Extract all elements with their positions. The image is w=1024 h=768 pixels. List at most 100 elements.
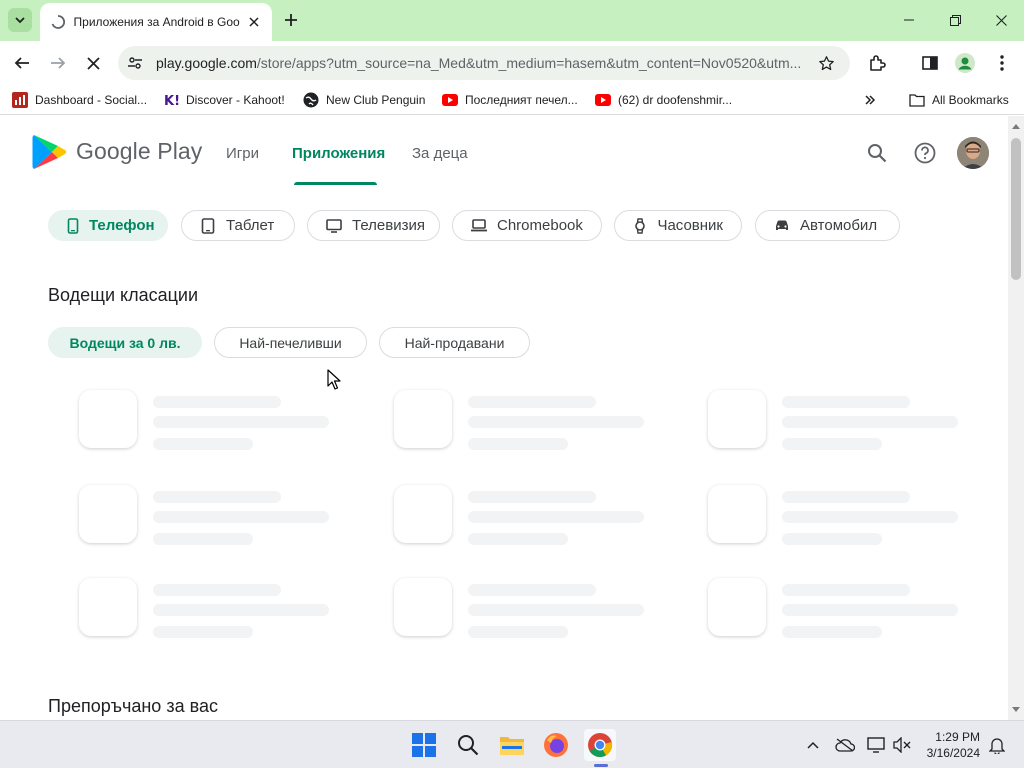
app-card-placeholder bbox=[79, 578, 339, 638]
bookmark-item[interactable]: K! Discover - Kahoot! bbox=[163, 91, 285, 109]
bookmark-label: Dashboard - Social... bbox=[35, 93, 148, 107]
menu-kebab-icon[interactable] bbox=[989, 50, 1015, 76]
bookmark-item[interactable]: New Club Penguin bbox=[303, 91, 425, 109]
address-bar[interactable]: play.google.com/store/apps?utm_source=na… bbox=[118, 46, 850, 80]
plus-icon bbox=[285, 14, 297, 26]
chip-phone[interactable]: Телефон bbox=[48, 210, 168, 241]
chip-watch[interactable]: Часовник bbox=[614, 210, 742, 241]
dashboard-icon bbox=[12, 92, 28, 108]
side-panel-icon[interactable] bbox=[917, 50, 943, 76]
browser-titlebar: Приложения за Android в Goo bbox=[0, 0, 1024, 41]
text-line-placeholder bbox=[782, 416, 958, 428]
url-host: play.google.com bbox=[156, 55, 257, 71]
search-icon[interactable] bbox=[864, 140, 890, 166]
forward-button[interactable] bbox=[44, 49, 72, 77]
bookmark-item[interactable]: (62) dr doofenshmir... bbox=[595, 91, 732, 109]
text-line-placeholder bbox=[782, 584, 910, 596]
bookmark-item[interactable]: Dashboard - Social... bbox=[12, 91, 147, 109]
app-icon-placeholder bbox=[708, 485, 766, 543]
folder-icon bbox=[909, 92, 925, 108]
active-app-indicator bbox=[594, 764, 608, 767]
site-info-icon[interactable] bbox=[124, 52, 146, 74]
svg-text:K!: K! bbox=[164, 94, 179, 108]
scroll-down-icon[interactable] bbox=[1012, 706, 1020, 714]
text-line-placeholder bbox=[468, 438, 568, 450]
notifications-bell-icon[interactable] bbox=[986, 734, 1008, 756]
close-window-button[interactable] bbox=[978, 0, 1024, 40]
restore-button[interactable] bbox=[932, 0, 978, 40]
browser-tab-active[interactable]: Приложения за Android в Goo bbox=[40, 3, 272, 41]
clock-time: 1:29 PM bbox=[935, 730, 980, 744]
youtube-icon bbox=[442, 92, 458, 108]
text-line-placeholder bbox=[468, 584, 596, 596]
volume-muted-icon[interactable] bbox=[891, 734, 913, 756]
loading-spinner-icon bbox=[50, 14, 66, 30]
chip-tv[interactable]: Телевизия bbox=[307, 210, 440, 241]
nav-apps[interactable]: Приложения bbox=[292, 145, 385, 162]
windows-taskbar: 1:29 PM 3/16/2024 bbox=[0, 720, 1024, 768]
close-tab-icon[interactable] bbox=[245, 12, 264, 32]
chip-label: Телефон bbox=[89, 217, 155, 234]
text-line-placeholder bbox=[468, 491, 596, 503]
minimize-icon bbox=[904, 19, 914, 21]
file-explorer-button[interactable] bbox=[496, 729, 528, 761]
show-hidden-icons-button[interactable] bbox=[802, 734, 824, 756]
google-play-logo-icon[interactable] bbox=[31, 133, 69, 171]
text-line-placeholder bbox=[782, 533, 882, 545]
firefox-button[interactable] bbox=[540, 729, 572, 761]
chip-tablet[interactable]: Таблет bbox=[181, 210, 295, 241]
url-path: /store/apps?utm_source=na_Med&utm_medium… bbox=[256, 55, 802, 71]
text-line-placeholder bbox=[468, 416, 644, 428]
filter-top-paid[interactable]: Най-продавани bbox=[379, 327, 530, 358]
text-line-placeholder bbox=[468, 604, 644, 616]
app-icon-placeholder bbox=[394, 578, 452, 636]
google-play-wordmark[interactable]: Google Play bbox=[76, 138, 202, 165]
tab-title: Приложения за Android в Goo bbox=[73, 15, 240, 29]
help-icon[interactable] bbox=[912, 140, 938, 166]
filter-top-grossing[interactable]: Най-печеливши bbox=[214, 327, 367, 358]
watch-icon bbox=[633, 217, 647, 234]
system-clock[interactable]: 1:29 PM 3/16/2024 bbox=[912, 729, 980, 761]
bookmarks-overflow-button[interactable] bbox=[862, 91, 885, 109]
chip-chromebook[interactable]: Chromebook bbox=[452, 210, 602, 241]
url-text[interactable]: play.google.com/store/apps?utm_source=na… bbox=[156, 55, 816, 71]
text-line-placeholder bbox=[153, 491, 281, 503]
all-bookmarks-button[interactable]: All Bookmarks bbox=[909, 91, 1009, 109]
bookmark-star-icon[interactable] bbox=[816, 53, 836, 73]
text-line-placeholder bbox=[468, 396, 596, 408]
extensions-icon[interactable] bbox=[864, 50, 890, 76]
text-line-placeholder bbox=[468, 533, 568, 545]
taskbar-search-button[interactable] bbox=[452, 729, 484, 761]
phone-icon bbox=[67, 217, 79, 234]
network-icon[interactable] bbox=[866, 734, 888, 756]
stop-loading-button[interactable] bbox=[79, 49, 107, 77]
recommended-heading: Препоръчано за вас bbox=[48, 696, 218, 716]
bookmark-item[interactable]: Последният печел... bbox=[442, 91, 578, 109]
account-avatar[interactable] bbox=[957, 137, 989, 169]
new-tab-button[interactable] bbox=[280, 9, 302, 31]
text-line-placeholder bbox=[153, 584, 281, 596]
chip-label: Автомобил bbox=[800, 217, 878, 234]
scroll-thumb[interactable] bbox=[1011, 138, 1021, 280]
app-icon-placeholder bbox=[394, 390, 452, 448]
profile-icon[interactable] bbox=[952, 50, 978, 76]
app-card-placeholder bbox=[708, 390, 968, 450]
text-line-placeholder bbox=[782, 626, 882, 638]
nav-games[interactable]: Игри bbox=[226, 145, 259, 162]
chrome-button[interactable] bbox=[584, 729, 616, 761]
play-header: Google Play Игри Приложения За деца bbox=[0, 116, 1008, 185]
nav-kids[interactable]: За деца bbox=[412, 145, 468, 162]
tab-search-button[interactable] bbox=[8, 8, 32, 32]
chip-car[interactable]: Автомобил bbox=[755, 210, 900, 241]
onedrive-icon[interactable] bbox=[834, 734, 856, 756]
globe-icon bbox=[303, 92, 319, 108]
back-button[interactable] bbox=[8, 49, 36, 77]
filter-top-free[interactable]: Водещи за 0 лв. bbox=[48, 327, 202, 358]
tv-icon bbox=[326, 218, 342, 234]
browser-toolbar: play.google.com/store/apps?utm_source=na… bbox=[0, 41, 1024, 85]
minimize-button[interactable] bbox=[886, 0, 932, 40]
app-icon-placeholder bbox=[394, 485, 452, 543]
page-scrollbar[interactable] bbox=[1008, 116, 1024, 720]
start-button[interactable] bbox=[408, 729, 440, 761]
scroll-up-icon[interactable] bbox=[1012, 122, 1020, 130]
